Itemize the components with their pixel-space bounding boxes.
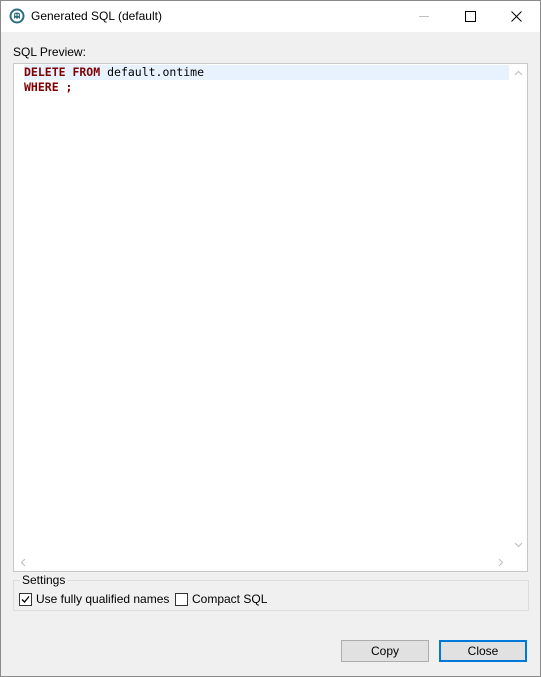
maximize-icon: [465, 11, 476, 22]
use-fully-qualified-names-checkbox[interactable]: Use fully qualified names: [19, 592, 169, 606]
settings-label: Settings: [20, 573, 68, 587]
maximize-button[interactable]: [448, 1, 494, 32]
checkbox-box[interactable]: [175, 592, 188, 606]
sql-code-area[interactable]: DELETE FROM default.ontime WHERE ;: [24, 65, 509, 554]
sql-keyword: DELETE FROM: [24, 65, 101, 79]
close-button[interactable]: Close: [439, 640, 527, 662]
vertical-scrollbar[interactable]: [510, 64, 527, 554]
scroll-left-icon[interactable]: [19, 558, 28, 567]
close-window-button[interactable]: [494, 1, 540, 32]
copy-button[interactable]: Copy: [341, 640, 429, 662]
checkmark-icon: [21, 595, 30, 603]
generated-sql-dialog: Generated SQL (default) SQL Preview: DEL…: [0, 0, 541, 677]
scroll-down-icon[interactable]: [514, 540, 523, 549]
code-line: DELETE FROM default.ontime: [24, 65, 509, 80]
sql-preview-editor[interactable]: DELETE FROM default.ontime WHERE ;: [13, 63, 528, 572]
app-icon: [9, 8, 25, 24]
sql-keyword: WHERE ;: [24, 80, 73, 94]
scroll-right-icon[interactable]: [496, 558, 505, 567]
scroll-corner: [510, 554, 527, 571]
compact-sql-checkbox[interactable]: Compact SQL: [175, 592, 267, 606]
sql-preview-label: SQL Preview:: [13, 45, 86, 59]
scroll-up-icon[interactable]: [514, 69, 523, 78]
title-bar[interactable]: Generated SQL (default): [1, 1, 540, 32]
checkbox-label: Use fully qualified names: [36, 592, 170, 606]
minimize-button[interactable]: [402, 1, 448, 32]
window-title: Generated SQL (default): [31, 9, 162, 23]
checkbox-label: Compact SQL: [192, 592, 268, 606]
code-line: WHERE ;: [24, 80, 509, 95]
horizontal-scrollbar[interactable]: [14, 554, 510, 571]
close-icon: [511, 11, 522, 22]
checkbox-box[interactable]: [19, 592, 32, 606]
minimize-icon: [419, 16, 429, 17]
settings-group: Settings Use fully qualified names Compa…: [13, 573, 529, 611]
sql-text: default.ontime: [100, 65, 205, 79]
